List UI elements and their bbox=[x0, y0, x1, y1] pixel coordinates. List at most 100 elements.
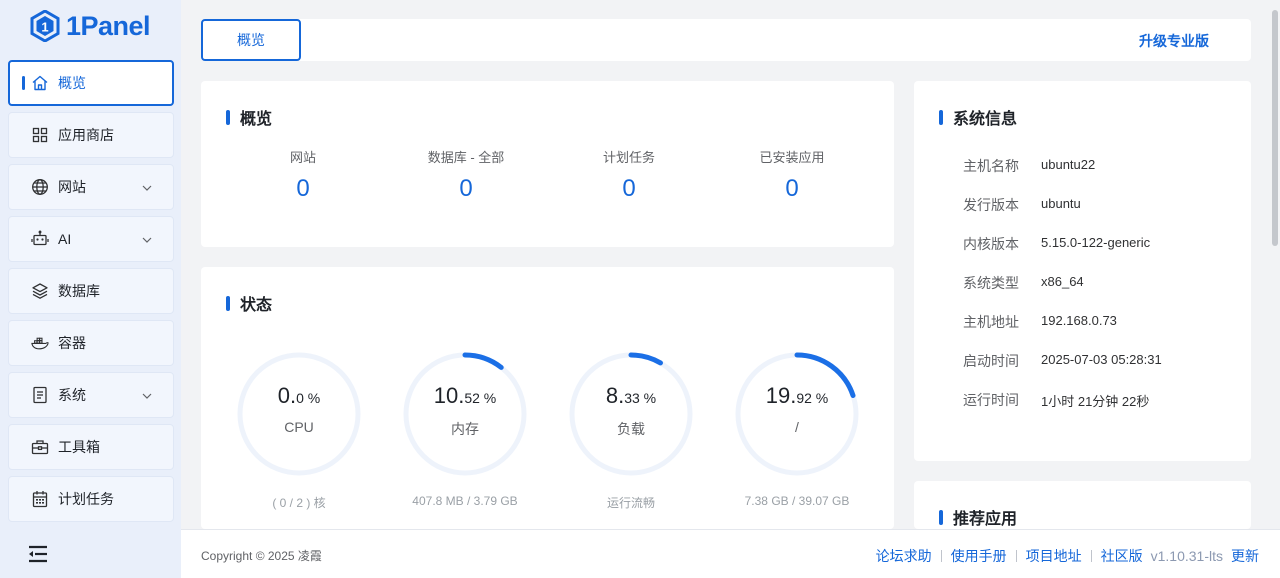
logo-icon: 1 bbox=[30, 10, 60, 42]
active-indicator bbox=[22, 76, 25, 90]
globe-icon bbox=[31, 178, 49, 196]
overview-cronjobs[interactable]: 计划任务 0 bbox=[549, 147, 709, 203]
overview-websites[interactable]: 网站 0 bbox=[223, 147, 383, 203]
info-value: 5.15.0-122-generic bbox=[1041, 235, 1151, 250]
sidebar-item-database[interactable]: 数据库 bbox=[8, 268, 174, 314]
version-label: v1.10.31-lts bbox=[1150, 548, 1223, 564]
gauge-value-dec: 0 % bbox=[296, 390, 321, 406]
sidebar-item-overview[interactable]: 概览 bbox=[8, 60, 174, 106]
disk-footer[interactable]: 7.38 GB / 39.07 GB bbox=[697, 494, 897, 508]
gauge-value-int: 10. bbox=[433, 383, 465, 408]
gauge-arc bbox=[628, 352, 663, 366]
recommend-title: 推荐应用 bbox=[953, 511, 1018, 528]
gauge-track bbox=[569, 352, 693, 476]
overview-installed-apps[interactable]: 已安装应用 0 bbox=[712, 147, 872, 203]
sidebar-item-label: 计划任务 bbox=[58, 491, 114, 507]
memory-gauge[interactable]: 10.52 % 内存 bbox=[400, 349, 530, 479]
info-key: 系统类型 bbox=[963, 275, 1019, 291]
status-card: 状态 0.0 % CPU 10.52 % 内存 8.33 % 负载 19.92 % / … bbox=[201, 267, 894, 529]
info-key: 发行版本 bbox=[963, 197, 1019, 213]
forum-link[interactable]: 论坛求助 bbox=[876, 546, 932, 566]
info-value: ubuntu bbox=[1041, 196, 1081, 211]
sidebar-item-website[interactable]: 网站 bbox=[8, 164, 174, 210]
update-link[interactable]: 更新 bbox=[1231, 546, 1259, 566]
info-value: x86_64 bbox=[1041, 274, 1084, 289]
project-link[interactable]: 项目地址 bbox=[1026, 546, 1082, 566]
load-gauge[interactable]: 8.33 % 负载 bbox=[566, 349, 696, 479]
gauge-value-int: 8. bbox=[605, 383, 625, 408]
info-row-arch: 系统类型 x86_64 bbox=[963, 273, 1084, 293]
overview-label: 已安装应用 bbox=[759, 150, 825, 165]
info-row-hostname: 主机名称 ubuntu22 bbox=[963, 156, 1095, 176]
overview-value[interactable]: 0 bbox=[549, 175, 709, 203]
toolbox-icon bbox=[31, 438, 49, 456]
home-icon bbox=[31, 74, 49, 92]
gauge-name: 内存 bbox=[451, 421, 479, 437]
overview-databases[interactable]: 数据库 - 全部 0 bbox=[386, 147, 546, 203]
community-edition-link[interactable]: 社区版 bbox=[1101, 546, 1143, 566]
gauge-ring bbox=[403, 352, 527, 476]
chevron-down-icon bbox=[142, 237, 152, 243]
upgrade-pro-link[interactable]: 升级专业版 bbox=[1139, 31, 1209, 51]
overview-value[interactable]: 0 bbox=[386, 175, 546, 203]
tab-overview[interactable]: 概览 bbox=[201, 19, 301, 61]
scrollbar-thumb[interactable] bbox=[1272, 10, 1278, 246]
sidebar-item-ai[interactable]: AI bbox=[8, 216, 174, 262]
gauge-value-dec: 92 % bbox=[796, 390, 829, 406]
info-row-kernel: 内核版本 5.15.0-122-generic bbox=[963, 234, 1150, 254]
gauge-track bbox=[237, 352, 361, 476]
overview-value[interactable]: 0 bbox=[712, 175, 872, 203]
info-row-boot-time: 启动时间 2025-07-03 05:28:31 bbox=[963, 351, 1162, 371]
gauge-name: CPU bbox=[284, 419, 314, 435]
info-key: 主机名称 bbox=[963, 158, 1019, 174]
manual-link[interactable]: 使用手册 bbox=[951, 546, 1007, 566]
overview-value[interactable]: 0 bbox=[223, 175, 383, 203]
gauge-arc bbox=[462, 352, 504, 370]
sidebar-item-label: 工具箱 bbox=[58, 439, 100, 455]
logo[interactable]: 1 1Panel bbox=[30, 8, 151, 44]
brand-name: 1Panel bbox=[66, 10, 151, 41]
recommend-card: 推荐应用 bbox=[914, 481, 1251, 529]
docker-icon bbox=[31, 334, 49, 352]
info-row-address: 主机地址 192.168.0.73 bbox=[963, 312, 1117, 332]
sidebar-item-system[interactable]: 系统 bbox=[8, 372, 174, 418]
sidebar-item-label: 系统 bbox=[58, 387, 86, 403]
info-value: ubuntu22 bbox=[1041, 157, 1096, 172]
system-info-card: 系统信息 主机名称 ubuntu22 发行版本 ubuntu 内核版本 5.15.0-… bbox=[914, 81, 1251, 461]
sidebar: 1 1Panel 概览 应用商店 网站 AI 数据库 容器 系统 工具箱 计划任… bbox=[0, 0, 181, 578]
gauge-value-dec: 52 % bbox=[464, 390, 497, 406]
overview-label: 网站 bbox=[289, 150, 316, 165]
chevron-down-icon bbox=[142, 185, 152, 191]
info-key: 主机地址 bbox=[963, 314, 1019, 330]
grid-icon bbox=[31, 126, 49, 144]
layers-icon bbox=[31, 282, 49, 300]
sidebar-item-toolbox[interactable]: 工具箱 bbox=[8, 424, 174, 470]
collapse-menu-icon[interactable] bbox=[28, 545, 48, 563]
copyright: Copyright © 2025 凌霞 bbox=[201, 549, 322, 563]
sidebar-item-cronjob[interactable]: 计划任务 bbox=[8, 476, 174, 522]
sidebar-item-label: 网站 bbox=[58, 179, 86, 195]
footer-links: 论坛求助 使用手册 项目地址 社区版 v1.10.31-lts 更新 bbox=[876, 546, 1259, 566]
title-bar bbox=[226, 109, 230, 125]
card-title: 系统信息 bbox=[939, 105, 1017, 129]
info-value: 2025-07-03 05:28:31 bbox=[1041, 352, 1162, 367]
disk-gauge[interactable]: 19.92 % / bbox=[732, 349, 862, 479]
card-title: 状态 bbox=[226, 291, 272, 315]
info-row-uptime: 运行时间 1小时 21分钟 22秒 bbox=[963, 390, 1149, 410]
sidebar-item-label: 数据库 bbox=[58, 283, 100, 299]
sidebar-item-app-store[interactable]: 应用商店 bbox=[8, 112, 174, 158]
gauge-value-dec: 33 % bbox=[624, 390, 657, 406]
chevron-down-icon bbox=[142, 393, 152, 399]
card-title: 概览 bbox=[226, 105, 272, 129]
info-value: 1小时 21分钟 22秒 bbox=[1041, 394, 1150, 409]
svg-text:1: 1 bbox=[41, 20, 48, 35]
cpu-gauge[interactable]: 0.0 % CPU bbox=[234, 349, 364, 479]
title-bar bbox=[939, 109, 943, 125]
scrollbar[interactable] bbox=[1270, 0, 1280, 529]
robot-icon bbox=[31, 230, 49, 248]
info-value: 192.168.0.73 bbox=[1041, 313, 1117, 328]
sidebar-item-label: AI bbox=[58, 231, 72, 247]
info-key: 内核版本 bbox=[963, 236, 1019, 252]
title-bar bbox=[939, 509, 943, 525]
sidebar-item-container[interactable]: 容器 bbox=[8, 320, 174, 366]
